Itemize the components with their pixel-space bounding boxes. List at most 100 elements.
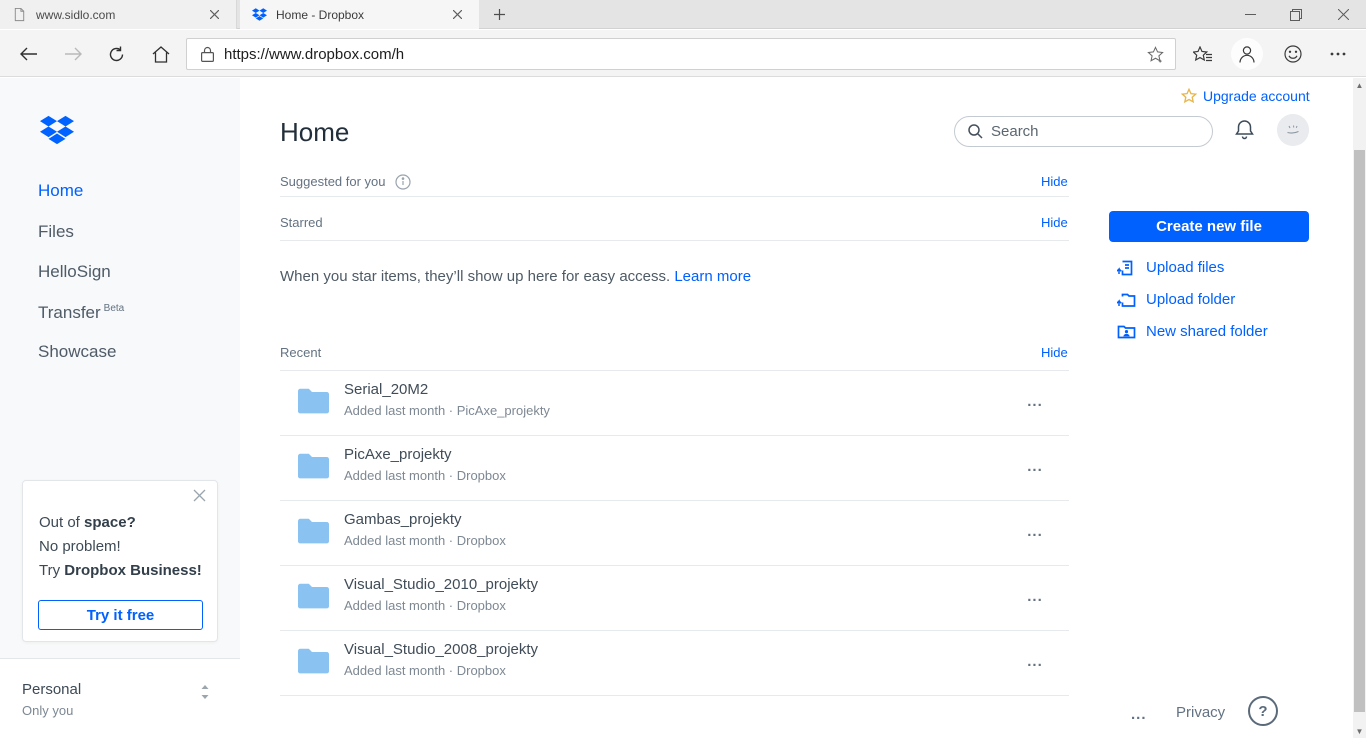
back-button[interactable] (14, 39, 44, 69)
notifications-bell-icon[interactable] (1235, 119, 1254, 145)
page-favicon-icon (12, 7, 27, 22)
add-favorite-icon[interactable] (1135, 39, 1175, 69)
privacy-link[interactable]: Privacy (1176, 704, 1225, 721)
sidebar-item-showcase[interactable]: Showcase (38, 342, 116, 362)
tab-close-icon[interactable] (443, 0, 471, 29)
chevron-updown-icon[interactable] (200, 683, 210, 703)
file-row[interactable]: Serial_20M2 Added last month · PicAxe_pr… (280, 371, 1069, 436)
divider (280, 695, 1069, 696)
upsell-card: Out of space? No problem! Try Dropbox Bu… (22, 480, 218, 642)
try-it-free-button[interactable]: Try it free (38, 600, 203, 630)
starred-empty-message: When you star items, they’ll show up her… (280, 268, 751, 285)
starred-section-label: Starred (280, 215, 323, 230)
dropbox-page: Home Files HelloSign TransferBeta Showca… (0, 78, 1353, 738)
scroll-up-icon[interactable]: ▲ (1353, 78, 1366, 92)
row-more-button[interactable]: ... (1020, 389, 1050, 413)
sidebar-item-files[interactable]: Files (38, 222, 74, 242)
promo-line1-prefix: Out of (39, 514, 84, 531)
upload-file-icon (1117, 258, 1136, 277)
browser-tab-dropbox[interactable]: Home - Dropbox (240, 0, 479, 29)
upsell-text: Out of space? No problem! Try Dropbox Bu… (39, 511, 202, 583)
help-button[interactable]: ? (1248, 696, 1278, 726)
upload-files-link[interactable]: Upload files (1117, 258, 1224, 277)
info-icon[interactable] (395, 174, 411, 190)
home-button[interactable] (146, 39, 176, 69)
lock-icon (201, 46, 214, 62)
row-more-button[interactable]: ... (1020, 454, 1050, 478)
tab-close-icon[interactable] (200, 0, 228, 29)
scroll-down-icon[interactable]: ▼ (1353, 724, 1366, 738)
promo-line3-bold: Dropbox Business! (64, 562, 202, 579)
sidebar-item-transfer[interactable]: TransferBeta (38, 303, 124, 323)
file-name[interactable]: Visual_Studio_2010_projekty (344, 576, 538, 593)
browser-titlebar: www.sidlo.com Home - Dropbox (0, 0, 1366, 29)
address-bar[interactable] (186, 38, 1176, 70)
search-box[interactable] (954, 116, 1213, 147)
footer-more-icon[interactable]: ... (1131, 706, 1147, 723)
action-link-label: Upload files (1146, 259, 1224, 276)
starred-empty-text: When you star items, they’ll show up her… (280, 268, 674, 285)
upgrade-account-link[interactable]: Upgrade account (1181, 88, 1310, 104)
sidebar-item-label: Home (38, 181, 83, 200)
window-minimize-button[interactable] (1228, 0, 1273, 29)
action-link-label: New shared folder (1146, 323, 1268, 340)
sidebar-item-home[interactable]: Home (38, 181, 83, 201)
sidebar-item-label: Showcase (38, 342, 116, 361)
page-scrollbar[interactable]: ▲ ▼ (1353, 78, 1366, 738)
suggested-label-text: Suggested for you (280, 174, 386, 189)
browser-menu-icon[interactable] (1321, 38, 1355, 70)
account-name: Personal (22, 681, 81, 698)
starred-hide-link[interactable]: Hide (1041, 215, 1068, 230)
suggested-hide-link[interactable]: Hide (1041, 174, 1068, 189)
divider (280, 240, 1069, 241)
avatar[interactable] (1277, 114, 1309, 146)
divider (280, 196, 1069, 197)
file-name[interactable]: Visual_Studio_2008_projekty (344, 641, 538, 658)
account-switcher[interactable]: Personal Only you (0, 658, 240, 738)
row-more-button[interactable]: ... (1020, 584, 1050, 608)
folder-icon (297, 517, 330, 544)
file-meta: Added last month · Dropbox (344, 468, 506, 483)
new-tab-button[interactable] (482, 0, 516, 29)
profile-icon[interactable] (1231, 38, 1263, 70)
browser-toolbar (0, 30, 1366, 77)
browser-tab-sidlo[interactable]: www.sidlo.com (0, 0, 237, 29)
favorites-hub-icon[interactable] (1186, 38, 1220, 70)
file-name[interactable]: PicAxe_projekty (344, 446, 452, 463)
new-shared-folder-link[interactable]: New shared folder (1117, 322, 1268, 341)
file-row[interactable]: Visual_Studio_2010_projekty Added last m… (280, 566, 1069, 631)
sidebar-item-label: Files (38, 222, 74, 241)
scrollbar-thumb[interactable] (1354, 150, 1365, 712)
file-meta: Added last month · Dropbox (344, 598, 506, 613)
search-input[interactable] (991, 123, 1212, 140)
file-row[interactable]: PicAxe_projekty Added last month · Dropb… (280, 436, 1069, 501)
file-row[interactable]: Gambas_projekty Added last month · Dropb… (280, 501, 1069, 566)
upload-folder-link[interactable]: Upload folder (1117, 290, 1235, 309)
dropbox-logo-icon[interactable] (38, 113, 76, 147)
sidebar-item-label: HelloSign (38, 262, 111, 281)
recent-hide-link[interactable]: Hide (1041, 345, 1068, 360)
learn-more-link[interactable]: Learn more (674, 268, 751, 285)
page-title: Home (280, 117, 349, 148)
row-more-button[interactable]: ... (1020, 649, 1050, 673)
forward-button[interactable] (58, 39, 88, 69)
file-name[interactable]: Serial_20M2 (344, 381, 428, 398)
sidebar-item-hellosign[interactable]: HelloSign (38, 262, 111, 282)
create-new-file-button[interactable]: Create new file (1109, 211, 1309, 242)
window-close-button[interactable] (1321, 0, 1366, 29)
row-more-button[interactable]: ... (1020, 519, 1050, 543)
url-input[interactable] (224, 46, 1135, 63)
dropbox-favicon-icon (252, 7, 267, 22)
folder-icon (297, 647, 330, 674)
folder-icon (297, 387, 330, 414)
file-row[interactable]: Visual_Studio_2008_projekty Added last m… (280, 631, 1069, 696)
file-meta: Added last month · PicAxe_projekty (344, 403, 550, 418)
window-restore-button[interactable] (1273, 0, 1318, 29)
file-name[interactable]: Gambas_projekty (344, 511, 462, 528)
promo-line1-bold: space? (84, 514, 136, 531)
feedback-smiley-icon[interactable] (1276, 38, 1310, 70)
upload-folder-icon (1117, 290, 1136, 309)
beta-badge: Beta (104, 303, 125, 314)
refresh-button[interactable] (101, 39, 131, 69)
close-icon[interactable] (193, 489, 209, 505)
